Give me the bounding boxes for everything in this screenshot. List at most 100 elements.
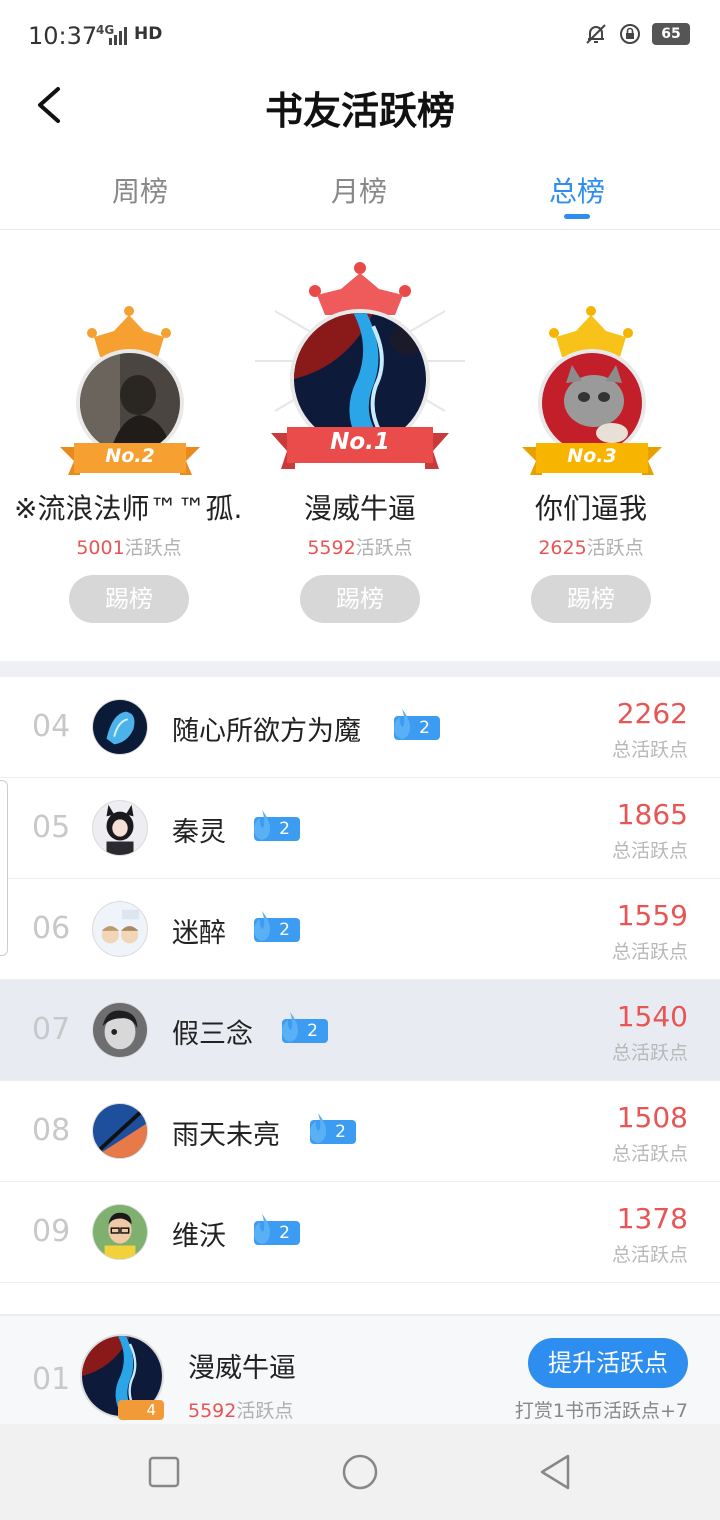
score-label: 总活跃点 (611, 840, 688, 862)
user-photo (93, 700, 147, 754)
level-badge: 2 (254, 911, 300, 943)
status-time: 10:37 (28, 22, 98, 50)
side-drawer-handle[interactable] (0, 780, 8, 956)
tab-total[interactable]: 总榜 (497, 170, 657, 210)
score-label: 总活跃点 (611, 739, 688, 761)
boost-activity-button[interactable]: 提升活跃点 (528, 1338, 688, 1388)
flame-icon (254, 810, 270, 840)
list-item[interactable]: 08 雨天未亮 2 1508 总活跃点 (0, 1081, 720, 1182)
user-photo (93, 1205, 147, 1259)
score-value: 1865 (616, 798, 688, 831)
my-level-badge: 4 (118, 1400, 164, 1420)
list-item[interactable]: 05 秦灵 2 1865 总活跃点 (0, 778, 720, 879)
hd-indicator: HD (134, 24, 163, 44)
rank-number: 07 (32, 1012, 71, 1047)
my-rank-number: 01 (32, 1362, 71, 1397)
level-badge: 2 (282, 1012, 328, 1044)
user-name: 维沃 (172, 1221, 226, 1252)
rank-number: 04 (32, 709, 71, 744)
list-item[interactable]: 06 迷醉 2 1559 总活跃点 (0, 879, 720, 980)
tab-monthly[interactable]: 月榜 (279, 170, 439, 210)
score-value: 1540 (616, 1000, 688, 1033)
rank-number: 05 (32, 810, 71, 845)
rank-ribbon: No.1 (271, 423, 449, 473)
avatar[interactable] (92, 1002, 148, 1058)
flame-icon (282, 1012, 298, 1042)
rank-badge-label: No.2 (105, 445, 155, 467)
my-points: 5592活跃点 (188, 1400, 294, 1422)
avatar[interactable] (92, 1103, 148, 1159)
flame-icon (310, 1113, 326, 1143)
avatar[interactable] (92, 800, 148, 856)
active-tab-indicator (564, 214, 590, 219)
rank-number: 06 (32, 911, 71, 946)
user-name: 雨天未亮 (172, 1120, 280, 1151)
podium-name: 漫威牛逼 (303, 492, 416, 525)
reward-tip: 打赏1书币活跃点+7 (514, 1400, 688, 1422)
avatar[interactable] (92, 699, 148, 755)
score-label: 总活跃点 (611, 1244, 688, 1266)
system-nav-bar (0, 1424, 720, 1520)
score-value: 1378 (616, 1202, 688, 1235)
avatar[interactable] (92, 1204, 148, 1260)
podium-second: No.2 ※流浪法师™™孤... 5001活跃点 踢榜 (14, 301, 244, 631)
rank-badge-label: No.1 (330, 429, 390, 455)
section-divider (0, 661, 720, 677)
level-badge: 2 (254, 810, 300, 842)
podium-points: 5592活跃点 (307, 537, 413, 559)
user-photo (542, 353, 642, 453)
rotation-lock-icon (620, 24, 640, 44)
recent-apps-icon[interactable] (144, 1452, 184, 1492)
score-label: 总活跃点 (611, 941, 688, 963)
my-rank-bar: 01 4 漫威牛逼 5592活跃点 提升活跃点 打赏1书币活跃点+7 (0, 1314, 720, 1424)
status-bar: 10:37 4G HD 65 (0, 0, 720, 72)
kick-button[interactable]: 踢榜 (69, 575, 189, 623)
score-value: 2262 (616, 697, 688, 730)
header: 书友活跃榜 (0, 72, 720, 152)
home-icon[interactable] (340, 1452, 380, 1492)
flame-icon (254, 911, 270, 941)
flame-icon (394, 709, 410, 739)
level-badge: 2 (310, 1113, 356, 1145)
level-badge: 2 (394, 709, 440, 741)
top-three-podium: No.2 ※流浪法师™™孤... 5001活跃点 踢榜 No.1 漫威牛逼 55… (0, 231, 720, 661)
user-name: 秦灵 (172, 817, 226, 848)
avatar[interactable] (92, 901, 148, 957)
my-name: 漫威牛逼 (188, 1353, 296, 1384)
score-value: 1559 (616, 899, 688, 932)
signal-icon (109, 27, 127, 45)
score-value: 1508 (616, 1101, 688, 1134)
list-item[interactable]: 07 假三念 2 1540 总活跃点 (0, 980, 720, 1081)
list-item[interactable]: 09 维沃 2 1378 总活跃点 (0, 1182, 720, 1283)
battery-icon: 65 (652, 23, 690, 45)
mute-bell-icon (586, 24, 606, 44)
podium-points: 2625活跃点 (538, 537, 644, 559)
user-photo (93, 1003, 147, 1057)
user-photo (93, 902, 147, 956)
score-label: 总活跃点 (611, 1143, 688, 1165)
rank-number: 09 (32, 1214, 71, 1249)
rank-ribbon: No.3 (522, 439, 662, 479)
podium-first: No.1 漫威牛逼 5592活跃点 踢榜 (245, 261, 475, 631)
user-name: 假三念 (172, 1019, 253, 1050)
list-item[interactable]: 04 随心所欲方为魔 2 2262 总活跃点 (0, 677, 720, 778)
kick-button[interactable]: 踢榜 (300, 575, 420, 623)
rank-ribbon: No.2 (60, 439, 200, 479)
score-label: 总活跃点 (611, 1042, 688, 1064)
podium-name: 你们逼我 (534, 492, 647, 525)
page-title: 书友活跃榜 (264, 88, 455, 133)
user-name: 迷醉 (172, 918, 226, 949)
podium-name: ※流浪法师™™孤... (14, 492, 244, 525)
back-nav-icon[interactable] (536, 1452, 576, 1492)
podium-third: No.3 你们逼我 2625活跃点 踢榜 (476, 301, 706, 631)
level-badge: 2 (254, 1214, 300, 1246)
user-photo (93, 801, 147, 855)
rank-number: 08 (32, 1113, 71, 1148)
kick-button[interactable]: 踢榜 (531, 575, 651, 623)
tab-weekly[interactable]: 周榜 (60, 170, 220, 210)
rank-badge-label: No.3 (567, 445, 617, 467)
user-photo (80, 353, 180, 453)
user-photo (93, 1104, 147, 1158)
tab-bar: 周榜 月榜 总榜 (0, 160, 720, 230)
flame-icon (254, 1214, 270, 1244)
